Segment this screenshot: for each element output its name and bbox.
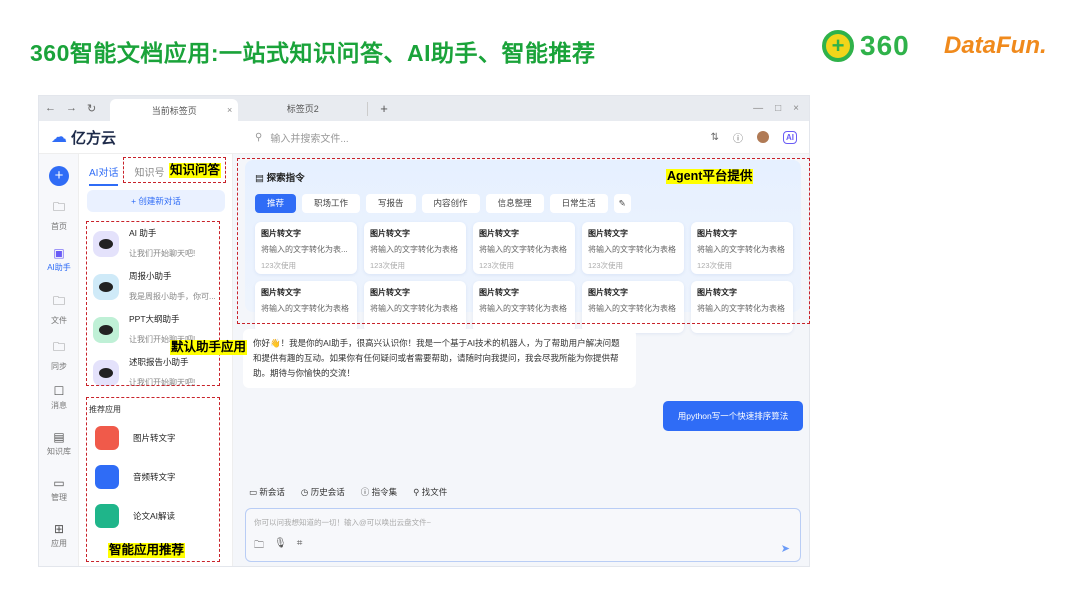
annotation-box-apps	[86, 397, 220, 562]
app-header: ☁ 亿方云 ⚲ 输入并搜索文件... ⇅ ⓘ AI	[39, 121, 809, 154]
tab-current[interactable]: 当前标签页 ×	[110, 99, 239, 121]
nav-label: AI助手	[47, 263, 71, 272]
new-tab-button[interactable]: +	[380, 101, 388, 116]
search-icon: ⚲	[255, 131, 263, 143]
chat-input[interactable]: 你可以问我想知道的一切！输入@可以唤出云盘文件~ 🗀 🎙 ⌗ ➤	[245, 508, 801, 562]
nav-label: 同步	[51, 362, 67, 371]
nav-messages[interactable]: ☐ 消息	[39, 384, 79, 411]
avatar[interactable]	[757, 131, 769, 143]
nav-sync[interactable]: 🗀 同步	[39, 338, 79, 372]
search-input[interactable]: ⚲ 输入并搜索文件...	[255, 130, 349, 145]
file-folder-icon: 🗀	[52, 294, 65, 308]
ai-icon: ▣	[53, 246, 65, 260]
tab-2[interactable]: 标签页2	[238, 101, 369, 116]
tool-label: 新会话	[259, 487, 285, 497]
add-button[interactable]: +	[49, 166, 69, 186]
user-message: 用python写一个快速排序算法	[663, 401, 803, 431]
nav-manage[interactable]: ▭ 管理	[39, 476, 79, 503]
brand-name: 亿方云	[71, 129, 117, 147]
search-placeholder: 输入并搜索文件...	[270, 133, 349, 145]
nav-label: 管理	[51, 493, 67, 502]
nav-label: 首页	[51, 222, 67, 231]
annotation-box-assistants	[86, 221, 220, 386]
forward-icon[interactable]: →	[66, 102, 77, 115]
logo-360: +360	[822, 30, 910, 62]
create-chat-button[interactable]: + 创建新对话	[87, 190, 225, 212]
nav-knowledge[interactable]: ▤ 知识库	[39, 430, 79, 457]
brand-logo: ☁ 亿方云	[39, 127, 239, 148]
folder-icon[interactable]: 🗀	[254, 538, 264, 555]
reload-icon[interactable]: ↻	[87, 102, 96, 115]
maximize-button[interactable]: □	[775, 103, 781, 114]
nav-ai-assistant[interactable]: ▣ AI助手	[39, 246, 79, 273]
history-tool[interactable]: ◷ 历史会话	[301, 486, 345, 498]
tool-label: 找文件	[421, 487, 448, 497]
sort-icon[interactable]: ⇅	[711, 132, 719, 143]
annotation-knowledge-qa: 知识问答	[169, 163, 222, 178]
close-window-button[interactable]: ×	[793, 103, 799, 114]
nav-label: 知识库	[47, 447, 71, 456]
new-chat-tool[interactable]: ▭ 新会话	[249, 486, 285, 498]
annotation-agent-platform: Agent平台提供	[666, 169, 754, 184]
slide-title: 360智能文档应用:一站式知识问答、AI助手、智能推荐	[30, 40, 596, 66]
annotation-default-assistants: 默认助手应用	[170, 340, 248, 355]
commands-tool[interactable]: ⓘ 指令集	[361, 486, 397, 498]
find-file-tool[interactable]: ⚲ 找文件	[413, 486, 447, 498]
nav-apps[interactable]: ⊞ 应用	[39, 522, 79, 549]
ai-icon[interactable]: AI	[783, 130, 797, 144]
minimize-button[interactable]: —	[753, 103, 763, 114]
tab-label: 当前标签页	[151, 105, 197, 116]
home-folder-icon: 🗀	[52, 200, 65, 214]
tab-label: 标签页2	[286, 104, 319, 114]
send-icon[interactable]: ➤	[781, 542, 790, 555]
nav-label: 文件	[51, 316, 67, 325]
close-tab-icon[interactable]: ×	[227, 105, 232, 115]
sync-folder-icon: 🗀	[52, 340, 65, 354]
back-icon[interactable]: ←	[45, 102, 56, 115]
knowledge-icon: ▤	[53, 430, 65, 444]
nav-label: 应用	[51, 539, 67, 548]
browser-tab-bar: ← → ↻ 当前标签页 × 标签页2 + — □ ×	[39, 96, 809, 121]
help-icon[interactable]: ⓘ	[733, 130, 743, 145]
cloud-logo-icon: ☁	[51, 129, 67, 146]
message-icon: ☐	[53, 384, 65, 398]
logo-360-text: 360	[860, 30, 910, 61]
tab-ai-chat[interactable]: AI对话	[89, 164, 119, 186]
mic-icon[interactable]: 🎙	[274, 538, 287, 555]
plus-logo-icon: +	[822, 30, 854, 62]
crop-icon[interactable]: ⌗	[297, 538, 303, 555]
grid-icon: ⊞	[53, 522, 65, 536]
nav-label: 消息	[51, 401, 67, 410]
input-placeholder: 你可以问我想知道的一切！输入@可以唤出云盘文件~	[254, 518, 431, 527]
annotation-smart-apps: 智能应用推荐	[108, 543, 186, 558]
nav-home[interactable]: 🗀 首页	[39, 198, 79, 232]
bot-message: 你好👋！我是你的AI助手，很高兴认识你！我是一个基于AI技术的机器人，为了帮助用…	[243, 329, 636, 388]
nav-files[interactable]: 🗀 文件	[39, 292, 79, 326]
monitor-icon: ▭	[53, 476, 65, 490]
tool-label: 历史会话	[310, 487, 345, 497]
logo-datafun: DataFun.	[944, 32, 1047, 59]
left-nav: + 🗀 首页 ▣ AI助手 🗀 文件 🗀 同步 ☐ 消息 ▤ 知识库 ▭ 管理 ⊞ 应用	[39, 154, 79, 566]
tool-label: 指令集	[371, 487, 398, 497]
